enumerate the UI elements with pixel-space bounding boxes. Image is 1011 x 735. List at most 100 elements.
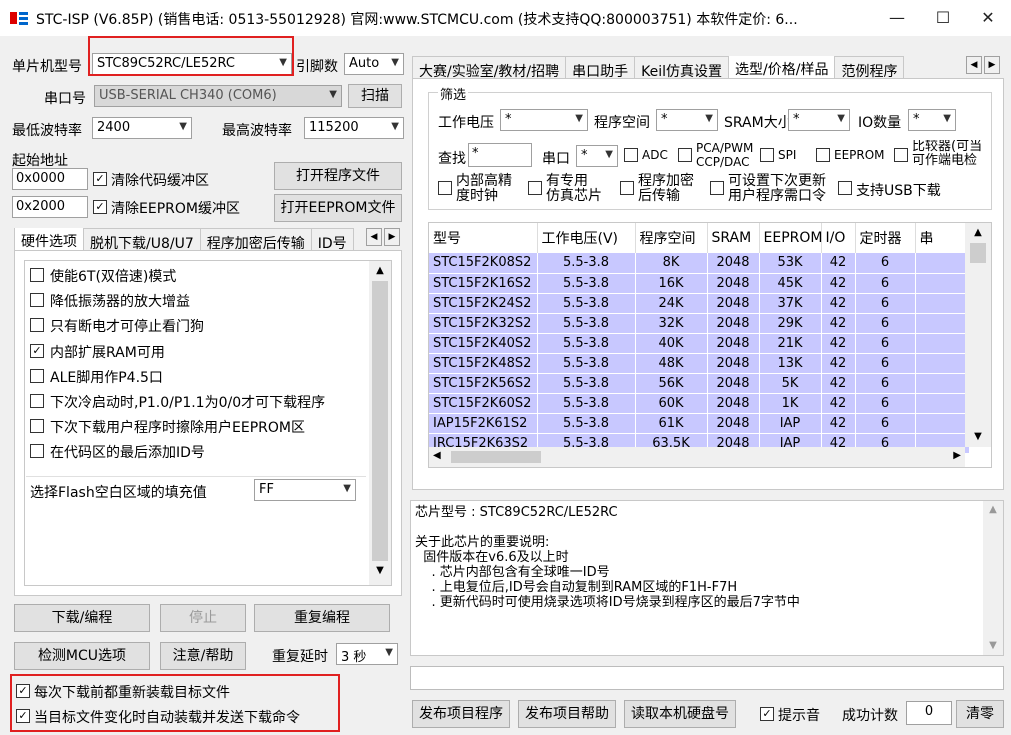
scroll-up-icon[interactable]: ▲	[983, 501, 1003, 519]
scroll-thumb[interactable]	[372, 281, 388, 561]
option-checkbox[interactable]: ✓	[30, 343, 44, 358]
uart-select[interactable]: * ▼	[576, 145, 618, 167]
comparator-checkbox[interactable]	[894, 148, 908, 162]
fill-value: FF	[259, 482, 274, 497]
scroll-up-icon[interactable]: ▲	[369, 261, 391, 281]
publish-help-button[interactable]: 发布项目帮助	[518, 700, 616, 728]
prog-space-value: *	[661, 112, 668, 127]
dedicated-checkbox[interactable]	[528, 181, 542, 195]
clear-eeprom-checkbox[interactable]: ✓	[93, 200, 107, 214]
column-header[interactable]: 串	[915, 223, 970, 253]
pca-checkbox[interactable]	[678, 148, 692, 162]
scroll-right-icon[interactable]: ▶	[953, 450, 961, 461]
table-row[interactable]: IAP15F2K61S2 5.5-3.8 61K 2048 IAP 42 6	[429, 413, 970, 434]
address1-input[interactable]: 0x0000	[12, 168, 88, 190]
tab-scroll-right-icon[interactable]: ▶	[984, 56, 1000, 74]
option-checkbox[interactable]	[30, 444, 44, 459]
port-select[interactable]: USB-SERIAL CH340 (COM6) ▼	[94, 85, 342, 107]
spi-checkbox[interactable]	[760, 148, 774, 162]
tab-scroll-right-icon[interactable]: ▶	[384, 228, 400, 246]
search-input[interactable]: *	[468, 143, 532, 167]
open-program-button[interactable]: 打开程序文件	[274, 162, 402, 190]
table-cell: 42	[821, 293, 856, 314]
column-header[interactable]: I/O	[821, 223, 856, 253]
detect-mcu-button[interactable]: 检测MCU选项	[14, 642, 150, 670]
stop-button[interactable]: 停止	[160, 604, 246, 632]
clear-code-checkbox[interactable]: ✓	[93, 172, 107, 186]
fill-select[interactable]: FF ▼	[254, 479, 356, 501]
column-header[interactable]: 程序空间	[635, 223, 708, 253]
scroll-down-icon[interactable]: ▼	[965, 427, 991, 447]
usb-checkbox[interactable]	[838, 181, 852, 195]
table-hscrollbar[interactable]: ◀ ▶	[429, 447, 965, 467]
column-header[interactable]: 型号	[429, 223, 538, 253]
publish-button[interactable]: 发布项目程序	[412, 700, 510, 728]
table-row[interactable]: STC15F2K08S2 5.5-3.8 8K 2048 53K 42 6	[429, 253, 970, 274]
read-disk-button[interactable]: 读取本机硬盘号	[624, 700, 736, 728]
eeprom-checkbox[interactable]	[816, 148, 830, 162]
beep-checkbox[interactable]: ✓	[760, 707, 774, 721]
column-header[interactable]: 定时器	[855, 223, 916, 253]
help-button[interactable]: 注意/帮助	[160, 642, 246, 670]
encrypt-checkbox[interactable]	[620, 181, 634, 195]
option-checkbox[interactable]	[30, 368, 44, 383]
prog-space-select[interactable]: * ▼	[656, 109, 718, 131]
max-baud-select[interactable]: 115200 ▼	[304, 117, 404, 139]
scroll-left-icon[interactable]: ◀	[433, 450, 441, 461]
column-header[interactable]: SRAM	[707, 223, 760, 253]
table-cell: 56K	[635, 373, 708, 394]
highprec-checkbox[interactable]	[438, 181, 452, 195]
auto-reload-checkbox[interactable]: ✓	[16, 709, 30, 723]
scroll-down-icon[interactable]: ▼	[369, 561, 391, 581]
address2-input[interactable]: 0x2000	[12, 196, 88, 218]
option-checkbox[interactable]	[30, 293, 44, 308]
table-cell: 5.5-3.8	[537, 273, 636, 294]
scroll-thumb[interactable]	[451, 451, 541, 463]
clear-count-button[interactable]: 清零	[956, 700, 1004, 728]
scroll-thumb[interactable]	[970, 243, 986, 263]
reload-before-download-checkbox[interactable]: ✓	[16, 684, 30, 698]
scan-button[interactable]: 扫描	[348, 84, 402, 108]
table-cell: 5K	[759, 373, 822, 394]
open-eeprom-button[interactable]: 打开EEPROM文件	[274, 194, 402, 222]
table-cell: 60K	[635, 393, 708, 414]
table-row[interactable]: STC15F2K60S2 5.5-3.8 60K 2048 1K 42 6	[429, 393, 970, 414]
table-row[interactable]: STC15F2K16S2 5.5-3.8 16K 2048 45K 42 6	[429, 273, 970, 294]
table-row[interactable]: STC15F2K32S2 5.5-3.8 32K 2048 29K 42 6	[429, 313, 970, 334]
option-checkbox[interactable]	[30, 394, 44, 408]
settable-checkbox[interactable]	[710, 181, 724, 195]
scroll-down-icon[interactable]: ▼	[983, 637, 1003, 655]
reprogram-button[interactable]: 重复编程	[254, 604, 390, 632]
info-scrollbar[interactable]: ▲ ▼	[983, 501, 1003, 655]
column-header[interactable]: EEPROM	[759, 223, 822, 253]
table-row[interactable]: STC15F2K56S2 5.5-3.8 56K 2048 5K 42 6	[429, 373, 970, 394]
option-checkbox[interactable]	[30, 419, 44, 434]
option-checkbox[interactable]	[30, 318, 44, 333]
table-cell: 2048	[707, 293, 760, 314]
table-vscrollbar[interactable]: ▲ ▼	[965, 223, 991, 447]
table-row[interactable]: STC15F2K48S2 5.5-3.8 48K 2048 13K 42 6	[429, 353, 970, 374]
scroll-up-icon[interactable]: ▲	[965, 223, 991, 243]
min-baud-select[interactable]: 2400 ▼	[92, 117, 192, 139]
io-select[interactable]: * ▼	[908, 109, 956, 131]
tab-scroll-left-icon[interactable]: ◀	[966, 56, 982, 74]
option-checkbox[interactable]	[30, 268, 44, 282]
table-row[interactable]: STC15F2K40S2 5.5-3.8 40K 2048 21K 42 6	[429, 333, 970, 354]
pins-select[interactable]: Auto ▼	[344, 53, 404, 75]
adc-checkbox[interactable]	[624, 148, 638, 162]
table-cell: 32K	[635, 313, 708, 334]
sram-select[interactable]: * ▼	[788, 109, 850, 131]
filter-group-title: 筛选	[438, 84, 469, 103]
chip-type-line: 芯片型号 : STC89C52RC/LE52RC	[415, 505, 618, 520]
download-button[interactable]: 下载/编程	[14, 604, 150, 632]
minimize-icon[interactable]: —	[874, 0, 920, 36]
voltage-select[interactable]: * ▼	[500, 109, 588, 131]
column-header[interactable]: 工作电压(V)	[537, 223, 636, 253]
options-scrollbar[interactable]: ▲ ▼	[369, 261, 391, 585]
table-row[interactable]: STC15F2K24S2 5.5-3.8 24K 2048 37K 42 6	[429, 293, 970, 314]
delay-select[interactable]: 3 秒 ▼	[336, 643, 398, 665]
tab-scroll-left-icon[interactable]: ◀	[366, 228, 382, 246]
close-icon[interactable]: ✕	[965, 0, 1011, 36]
voltage-value: *	[505, 112, 512, 127]
maximize-icon[interactable]: ☐	[920, 0, 966, 36]
